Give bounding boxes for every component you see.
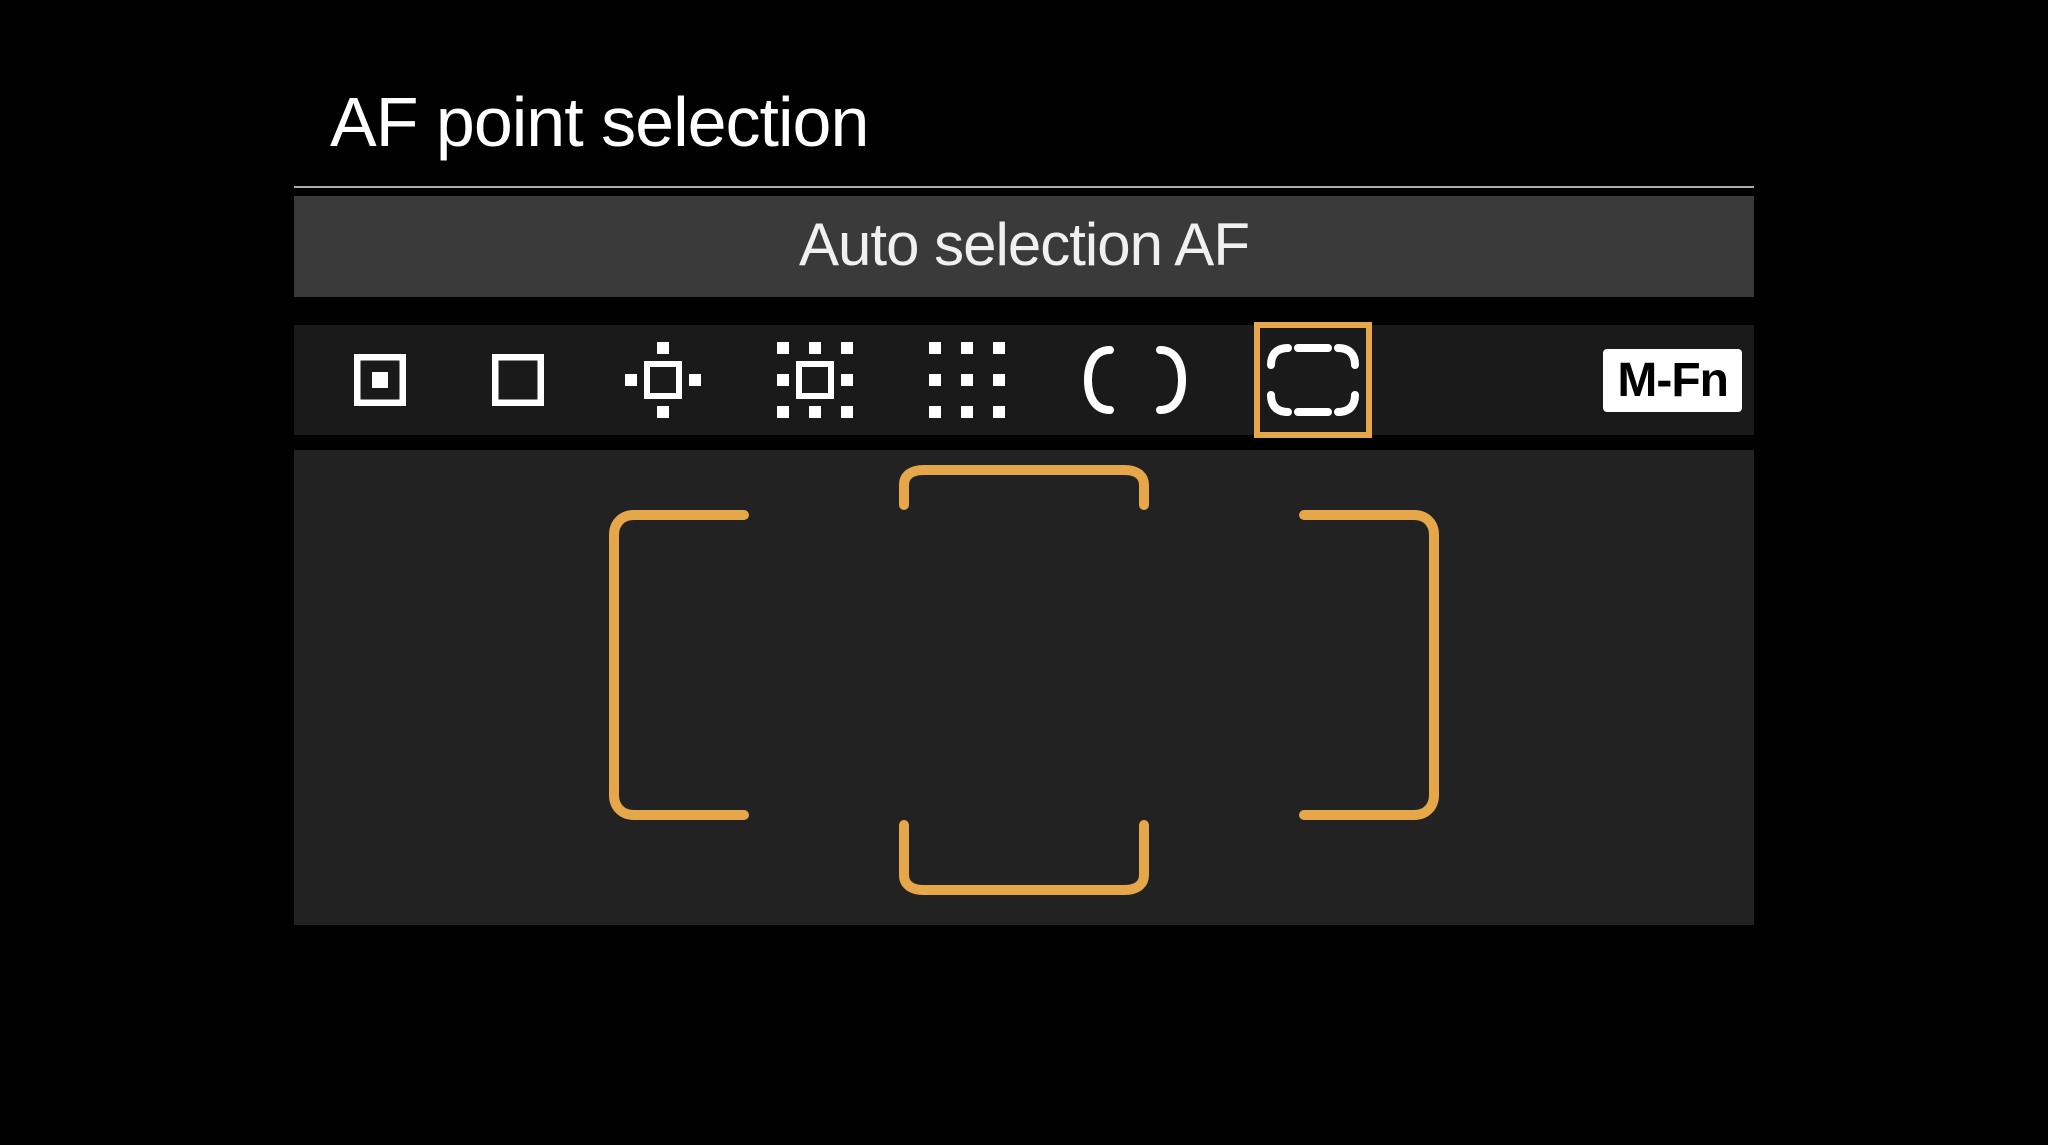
spot-af-icon[interactable] (338, 338, 422, 422)
af-selection-panel: AF point selection Auto selection AF (294, 48, 1754, 925)
zone-af-icon[interactable] (918, 338, 1016, 422)
expand-af-cross-icon[interactable] (614, 338, 712, 422)
af-preview-area (294, 450, 1754, 925)
auto-selection-preview-icon (604, 465, 1444, 895)
single-point-af-icon[interactable] (476, 338, 560, 422)
large-zone-af-icon[interactable] (1070, 338, 1200, 422)
mfn-button[interactable]: M-Fn (1603, 349, 1742, 412)
screen-title: AF point selection (294, 48, 1754, 186)
expand-af-surround-icon[interactable] (766, 338, 864, 422)
title-divider (294, 186, 1754, 188)
auto-selection-af-icon[interactable] (1254, 322, 1372, 438)
mode-subtitle: Auto selection AF (294, 196, 1754, 297)
af-mode-row: M-Fn (294, 325, 1754, 435)
